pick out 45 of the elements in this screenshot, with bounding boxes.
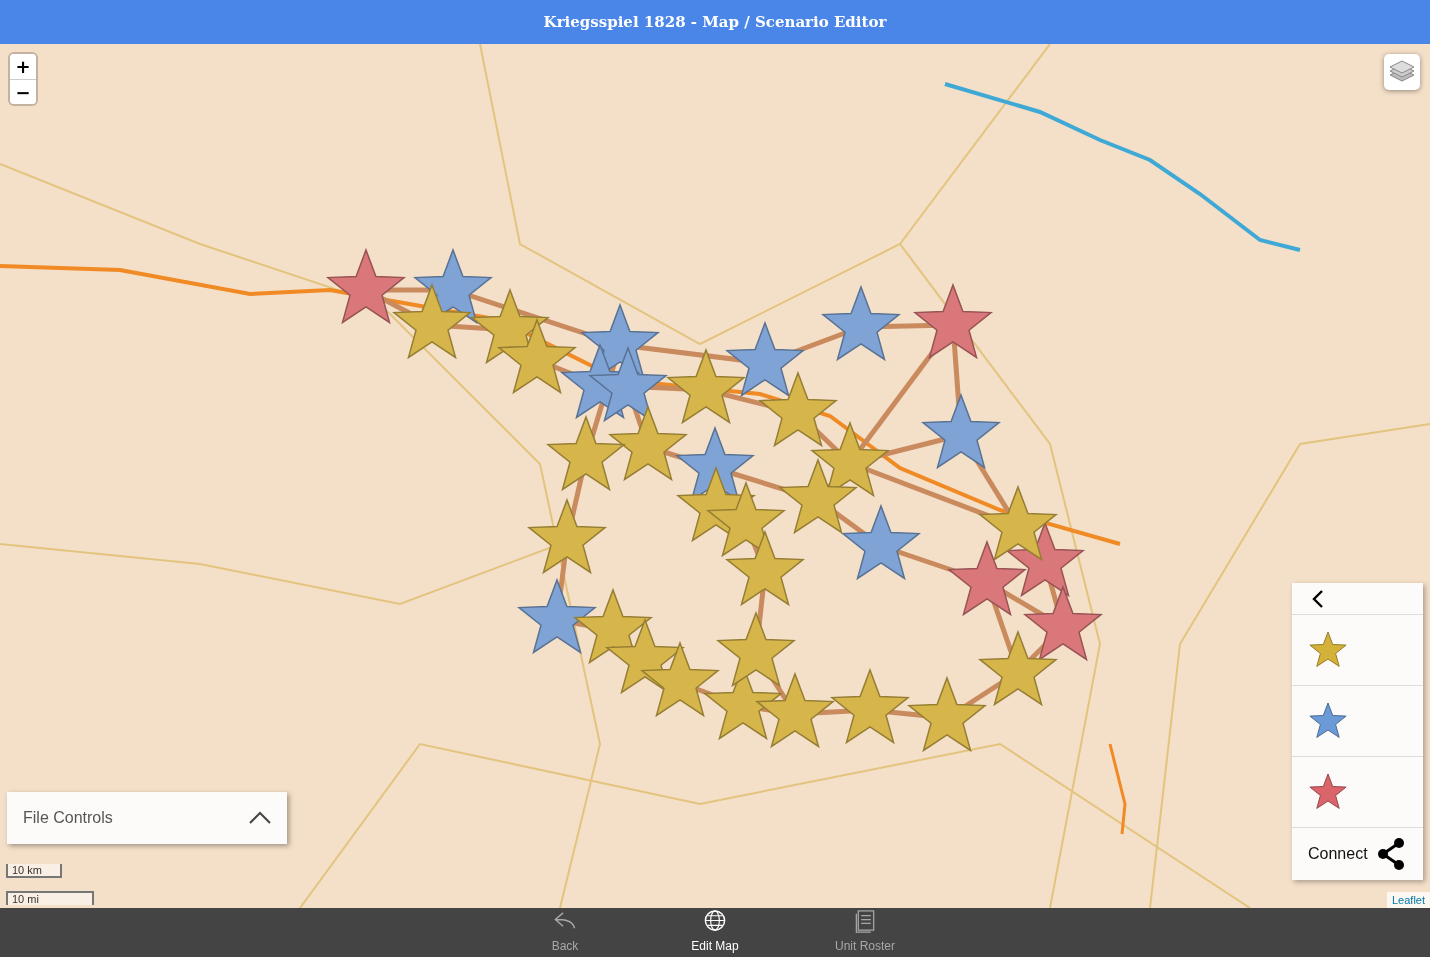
chevron-left-icon (1312, 588, 1324, 609)
layers-button[interactable] (1384, 54, 1420, 90)
star-marker[interactable] (754, 671, 836, 749)
window-title: Kriegsspiel 1828 - Map / Scenario Editor (543, 11, 887, 33)
star-marker[interactable] (906, 675, 988, 753)
star-icon (1308, 701, 1348, 741)
star-marker[interactable] (391, 282, 473, 360)
nav-tab[interactable]: Edit Map (640, 908, 790, 957)
star-marker[interactable] (607, 404, 689, 482)
globe-icon (702, 909, 728, 934)
star-marker[interactable] (820, 284, 902, 362)
star-marker[interactable] (912, 282, 994, 360)
star-marker[interactable] (777, 457, 859, 535)
zoom-out-button[interactable]: − (10, 79, 36, 104)
star-marker[interactable] (325, 247, 407, 325)
star-marker[interactable] (715, 610, 797, 688)
share-icon (1375, 837, 1407, 871)
star-marker[interactable] (724, 529, 806, 607)
star-icon (1308, 630, 1348, 670)
connect-button[interactable]: Connect (1292, 828, 1423, 880)
file-controls-toggle[interactable]: File Controls (7, 792, 287, 844)
star-marker[interactable] (724, 320, 806, 398)
scale-bar: 10 mi (6, 891, 94, 905)
star-marker[interactable] (920, 392, 1002, 470)
star-marker[interactable] (977, 629, 1059, 707)
star-marker[interactable] (840, 503, 922, 581)
nav-tab[interactable]: Unit Roster (790, 908, 940, 957)
star-icon (1308, 772, 1348, 812)
star-marker[interactable] (665, 347, 747, 425)
star-marker[interactable] (639, 640, 721, 718)
star-marker[interactable] (587, 345, 669, 423)
star-marker[interactable] (516, 577, 598, 655)
star-marker[interactable] (809, 420, 891, 498)
nav-tab[interactable]: Back (490, 908, 640, 957)
star-marker[interactable] (1022, 584, 1104, 662)
star-marker[interactable] (572, 587, 654, 665)
scale-bar: 10 km (6, 864, 62, 878)
star-marker[interactable] (526, 497, 608, 575)
star-marker[interactable] (545, 414, 627, 492)
star-marker[interactable] (829, 667, 911, 745)
star-marker[interactable] (757, 370, 839, 448)
star-marker[interactable] (705, 480, 787, 558)
star-marker[interactable] (977, 484, 1059, 562)
star-marker[interactable] (496, 317, 578, 395)
star-marker[interactable] (946, 539, 1028, 617)
